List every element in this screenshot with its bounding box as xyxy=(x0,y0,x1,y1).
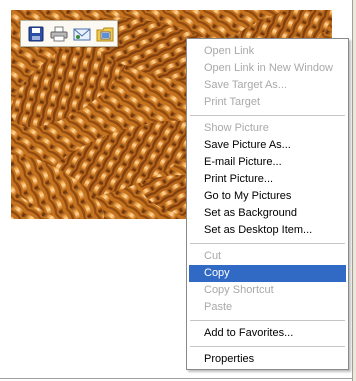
context-menu: Open Link Open Link in New Window Save T… xyxy=(186,38,349,370)
menu-item-go-to-my-pictures[interactable]: Go to My Pictures xyxy=(189,188,346,205)
menu-separator xyxy=(190,320,345,321)
image-toolbar xyxy=(20,20,118,47)
window-border-bottom xyxy=(0,378,353,379)
menu-item-properties[interactable]: Properties xyxy=(189,351,346,368)
menu-item-set-as-desktop-item[interactable]: Set as Desktop Item... xyxy=(189,222,346,239)
menu-item-open-link-new-window[interactable]: Open Link in New Window xyxy=(189,60,346,77)
menu-item-show-picture[interactable]: Show Picture xyxy=(189,120,346,137)
menu-item-print-target[interactable]: Print Target xyxy=(189,94,346,111)
menu-item-cut[interactable]: Cut xyxy=(189,248,346,265)
menu-item-save-picture-as[interactable]: Save Picture As... xyxy=(189,137,346,154)
menu-item-email-picture[interactable]: E-mail Picture... xyxy=(189,154,346,171)
menu-item-set-as-background[interactable]: Set as Background xyxy=(189,205,346,222)
menu-item-add-to-favorites[interactable]: Add to Favorites... xyxy=(189,325,346,342)
print-icon[interactable] xyxy=(49,24,69,44)
save-icon[interactable] xyxy=(26,24,46,44)
my-pictures-icon[interactable] xyxy=(95,24,115,44)
menu-item-copy-shortcut[interactable]: Copy Shortcut xyxy=(189,282,346,299)
menu-item-copy[interactable]: Copy xyxy=(189,265,346,282)
menu-item-paste[interactable]: Paste xyxy=(189,299,346,316)
menu-separator xyxy=(190,243,345,244)
menu-item-save-target-as[interactable]: Save Target As... xyxy=(189,77,346,94)
email-icon[interactable] xyxy=(72,24,92,44)
menu-separator xyxy=(190,346,345,347)
menu-item-open-link[interactable]: Open Link xyxy=(189,43,346,60)
menu-item-print-picture[interactable]: Print Picture... xyxy=(189,171,346,188)
menu-separator xyxy=(190,115,345,116)
